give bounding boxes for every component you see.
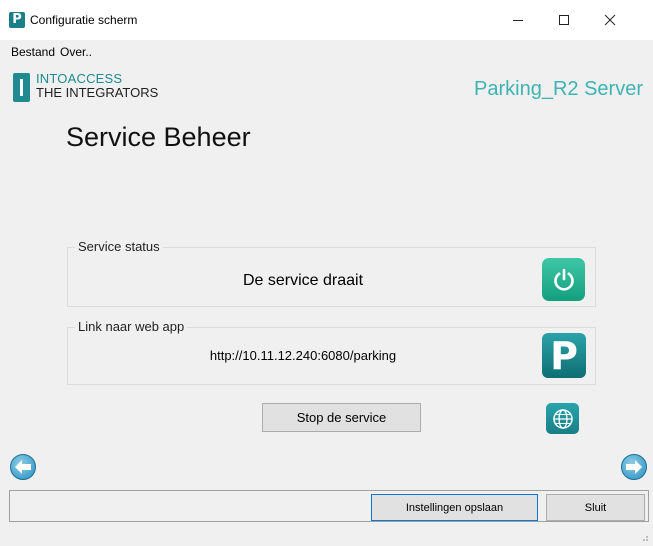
parking-p-icon: P — [550, 333, 578, 378]
server-name: Parking_R2 Server — [474, 78, 643, 100]
resize-grip-icon[interactable] — [639, 532, 649, 542]
menu-bestand[interactable]: Bestand — [11, 45, 55, 59]
minimize-button[interactable] — [495, 8, 541, 32]
menu-bar: Bestand Over.. — [0, 40, 653, 62]
power-button[interactable] — [542, 258, 585, 301]
main-panel: Service Beheer Service status De service… — [0, 112, 653, 490]
forward-button[interactable] — [621, 454, 647, 480]
close-icon — [604, 14, 616, 26]
brand-header: INTOACCESS THE INTEGRATORS Parking_R2 Se… — [0, 62, 653, 112]
parking-app-button[interactable]: P — [542, 333, 586, 378]
logo-text-tagline: THE INTEGRATORS — [36, 85, 159, 100]
arrow-right-icon — [626, 460, 642, 474]
service-status-legend: Service status — [75, 239, 163, 254]
page-title: Service Beheer — [66, 122, 251, 152]
open-browser-button[interactable] — [546, 403, 579, 434]
window-title: Configuratie scherm — [30, 13, 138, 27]
back-button[interactable] — [10, 454, 36, 480]
minimize-icon — [513, 20, 523, 21]
globe-icon — [552, 408, 573, 429]
web-link-legend: Link naar web app — [75, 319, 188, 334]
web-app-url[interactable]: http://10.11.12.240:6080/parking — [68, 348, 538, 363]
maximize-button[interactable] — [541, 8, 587, 32]
web-link-group: Link naar web app http://10.11.12.240:60… — [67, 319, 596, 385]
stop-service-button[interactable]: Stop de service — [262, 403, 421, 432]
close-button[interactable]: Sluit — [546, 494, 645, 521]
close-window-button[interactable] — [587, 8, 633, 32]
save-settings-button[interactable]: Instellingen opslaan — [371, 494, 538, 521]
intoaccess-logo-icon — [13, 73, 30, 102]
arrow-left-icon — [15, 460, 31, 474]
service-status-group: Service status De service draait — [67, 239, 596, 307]
logo-text-brand: INTOACCESS — [36, 71, 123, 86]
app-icon: P — [9, 12, 25, 28]
power-icon — [553, 268, 574, 291]
footer-bar: Instellingen opslaan Sluit — [0, 490, 653, 546]
menu-over[interactable]: Over.. — [60, 45, 92, 59]
title-bar: P Configuratie scherm — [0, 0, 653, 40]
service-status-text: De service draait — [242, 272, 364, 289]
footer-status-panel: Instellingen opslaan Sluit — [9, 490, 649, 522]
maximize-icon — [559, 15, 569, 25]
